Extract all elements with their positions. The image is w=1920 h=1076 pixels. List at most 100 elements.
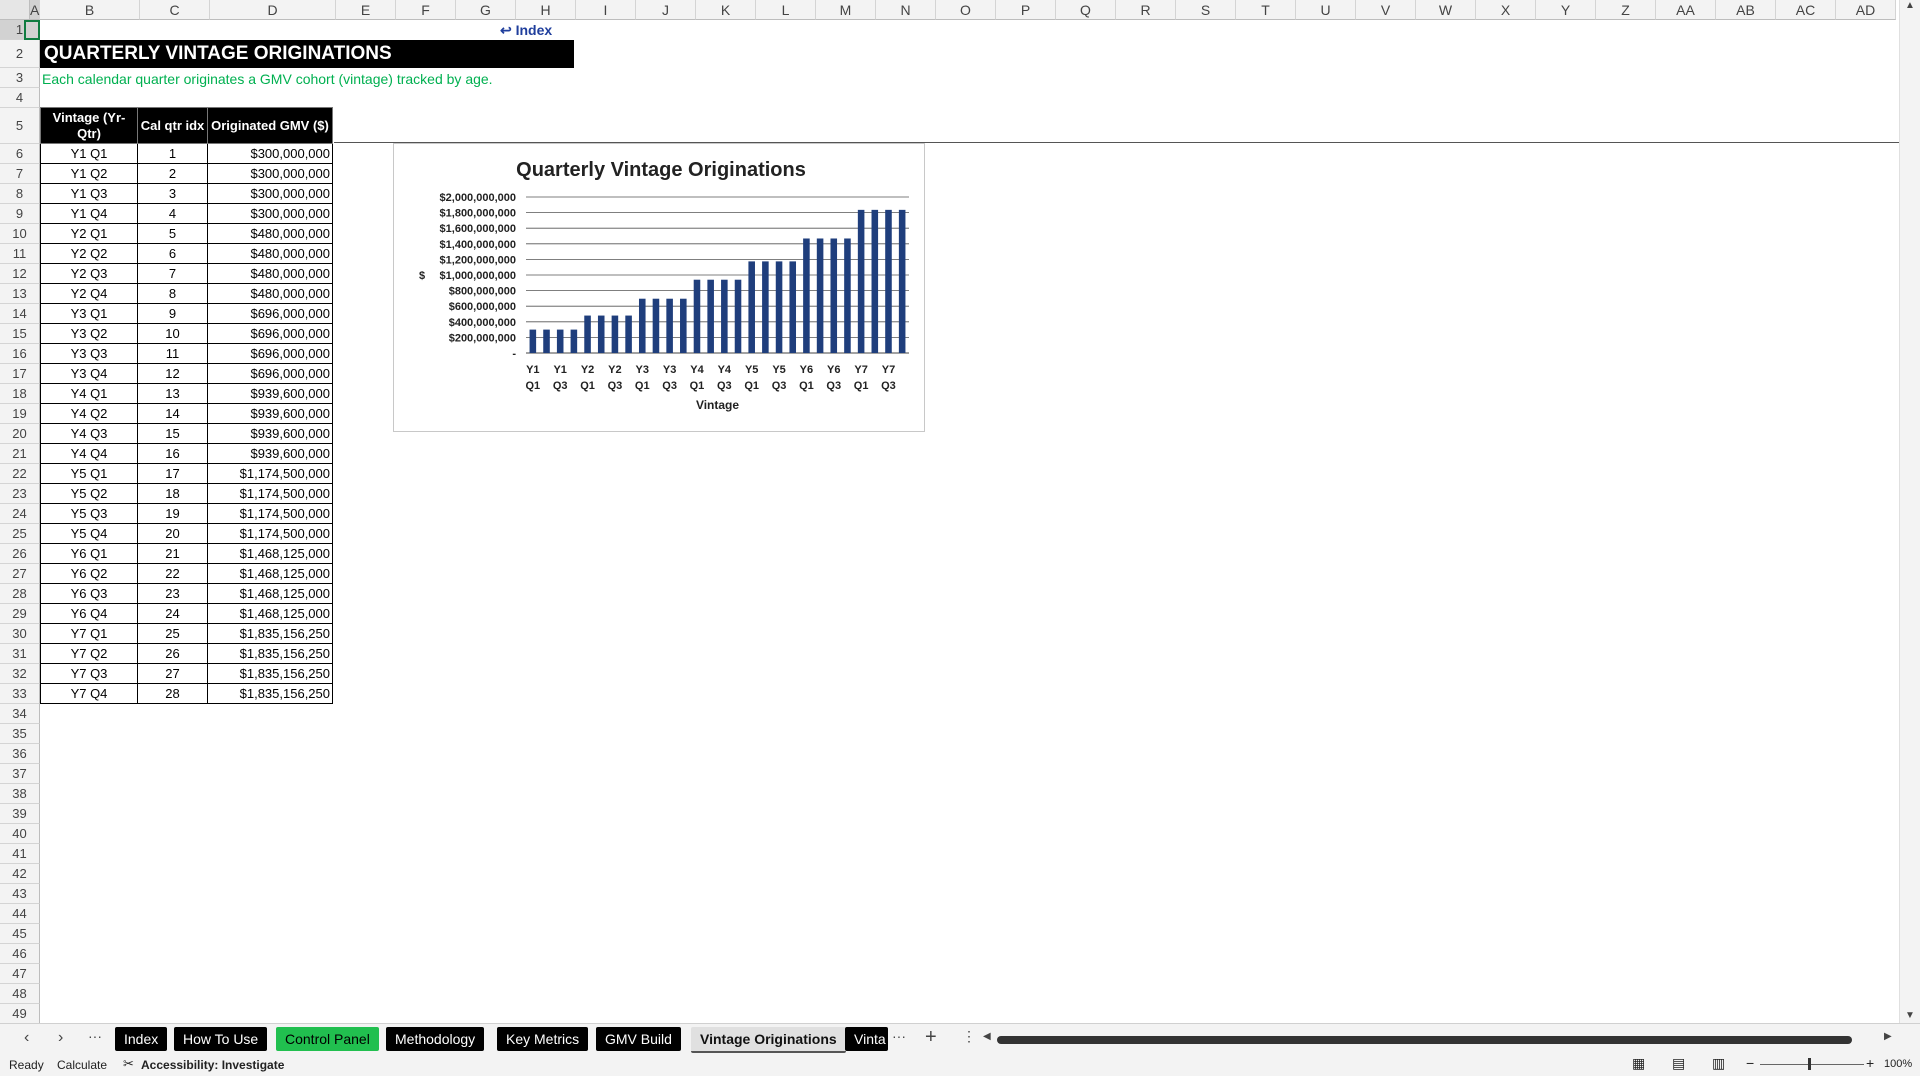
originated-gmv-cell[interactable]: $300,000,000 [207,203,333,224]
cal-qtr-idx-cell[interactable]: 10 [137,323,208,344]
tab-gmv-build[interactable]: GMV Build [596,1027,681,1051]
row-header[interactable]: 24 [0,504,40,524]
row-header[interactable]: 30 [0,624,40,644]
vintage-cell[interactable]: Y5 Q2 [40,483,138,504]
zoom-in-icon[interactable]: + [1866,1055,1874,1071]
originated-gmv-cell[interactable]: $1,468,125,000 [207,563,333,584]
column-header[interactable]: A [30,0,40,20]
column-header[interactable]: F [396,0,456,20]
row-header[interactable]: 40 [0,824,40,844]
horizontal-scrollbar-thumb[interactable] [997,1036,1852,1044]
row-header[interactable]: 35 [0,724,40,744]
cal-qtr-idx-cell[interactable]: 24 [137,603,208,624]
column-header[interactable]: K [696,0,756,20]
column-header[interactable]: T [1236,0,1296,20]
add-sheet-icon[interactable]: + [925,1026,937,1049]
row-header[interactable]: 13 [0,284,40,304]
tab-scroll-right-icon[interactable]: › [58,1029,63,1047]
row-header[interactable]: 6 [0,144,40,164]
originated-gmv-cell[interactable]: $480,000,000 [207,283,333,304]
originated-gmv-cell[interactable]: $696,000,000 [207,343,333,364]
column-header[interactable]: C [140,0,210,20]
cal-qtr-idx-cell[interactable]: 19 [137,503,208,524]
vintage-cell[interactable]: Y4 Q3 [40,423,138,444]
column-header[interactable]: AA [1656,0,1716,20]
column-header[interactable]: AD [1836,0,1896,20]
cal-qtr-idx-cell[interactable]: 28 [137,683,208,704]
originated-gmv-cell[interactable]: $1,468,125,000 [207,543,333,564]
originated-gmv-cell[interactable]: $480,000,000 [207,263,333,284]
originated-gmv-cell[interactable]: $1,468,125,000 [207,583,333,604]
zoom-out-icon[interactable]: − [1746,1055,1754,1071]
column-header[interactable]: U [1296,0,1356,20]
column-header[interactable]: M [816,0,876,20]
vintage-cell[interactable]: Y2 Q2 [40,243,138,264]
cal-qtr-idx-cell[interactable]: 5 [137,223,208,244]
originated-gmv-cell[interactable]: $300,000,000 [207,183,333,204]
tab-key-metrics[interactable]: Key Metrics [497,1027,589,1051]
row-header[interactable]: 43 [0,884,40,904]
vintage-cell[interactable]: Y1 Q3 [40,183,138,204]
row-header[interactable]: 21 [0,444,40,464]
originated-gmv-cell[interactable]: $1,174,500,000 [207,503,333,524]
vintage-cell[interactable]: Y5 Q1 [40,463,138,484]
row-header[interactable]: 16 [0,344,40,364]
cal-qtr-idx-cell[interactable]: 26 [137,643,208,664]
row-header[interactable]: 37 [0,764,40,784]
row-header[interactable]: 20 [0,424,40,444]
vintage-cell[interactable]: Y7 Q2 [40,643,138,664]
column-header[interactable]: J [636,0,696,20]
row-header[interactable]: 33 [0,684,40,704]
cal-qtr-idx-cell[interactable]: 4 [137,203,208,224]
cal-qtr-idx-cell[interactable]: 2 [137,163,208,184]
originated-gmv-cell[interactable]: $1,835,156,250 [207,663,333,684]
cal-qtr-idx-cell[interactable]: 14 [137,403,208,424]
sheet-options-icon[interactable]: ⋮ [962,1028,976,1045]
vintage-cell[interactable]: Y3 Q3 [40,343,138,364]
originated-gmv-cell[interactable]: $480,000,000 [207,223,333,244]
cal-qtr-idx-cell[interactable]: 9 [137,303,208,324]
vintage-cell[interactable]: Y1 Q4 [40,203,138,224]
vintage-cell[interactable]: Y5 Q4 [40,523,138,544]
row-header[interactable]: 36 [0,744,40,764]
originated-gmv-cell[interactable]: $1,835,156,250 [207,683,333,704]
vintage-cell[interactable]: Y5 Q3 [40,503,138,524]
column-header[interactable]: Y [1536,0,1596,20]
row-header[interactable]: 18 [0,384,40,404]
originated-gmv-cell[interactable]: $300,000,000 [207,143,333,164]
tab-control-panel[interactable]: Control Panel [276,1027,379,1051]
cal-qtr-idx-cell[interactable]: 23 [137,583,208,604]
cal-qtr-idx-cell[interactable]: 16 [137,443,208,464]
originated-gmv-cell[interactable]: $1,468,125,000 [207,603,333,624]
column-header[interactable]: Z [1596,0,1656,20]
row-header[interactable]: 41 [0,844,40,864]
column-header[interactable]: L [756,0,816,20]
tab-more-left-icon[interactable]: ··· [88,1028,102,1044]
originated-gmv-cell[interactable]: $1,835,156,250 [207,643,333,664]
vintage-cell[interactable]: Y2 Q3 [40,263,138,284]
row-header[interactable]: 10 [0,224,40,244]
vintage-cell[interactable]: Y1 Q2 [40,163,138,184]
row-header[interactable]: 11 [0,244,40,264]
row-header[interactable]: 22 [0,464,40,484]
column-header[interactable]: D [210,0,336,20]
page-layout-icon[interactable]: ▤ [1672,1055,1685,1072]
cal-qtr-idx-cell[interactable]: 22 [137,563,208,584]
zoom-slider-thumb[interactable] [1808,1058,1811,1070]
cal-qtr-idx-cell[interactable]: 1 [137,143,208,164]
cal-qtr-idx-cell[interactable]: 15 [137,423,208,444]
row-header[interactable]: 42 [0,864,40,884]
vintage-cell[interactable]: Y7 Q4 [40,683,138,704]
row-header[interactable]: 25 [0,524,40,544]
vintage-cell[interactable]: Y6 Q2 [40,563,138,584]
vintage-cell[interactable]: Y4 Q2 [40,403,138,424]
vintage-cell[interactable]: Y2 Q4 [40,283,138,304]
select-all-corner[interactable] [0,0,30,20]
row-header[interactable]: 28 [0,584,40,604]
originated-gmv-cell[interactable]: $1,835,156,250 [207,623,333,644]
cal-qtr-idx-cell[interactable]: 25 [137,623,208,644]
row-header[interactable]: 3 [0,68,40,88]
tab-vinta[interactable]: Vinta [845,1027,888,1051]
cal-qtr-idx-cell[interactable]: 8 [137,283,208,304]
vintage-cell[interactable]: Y3 Q1 [40,303,138,324]
